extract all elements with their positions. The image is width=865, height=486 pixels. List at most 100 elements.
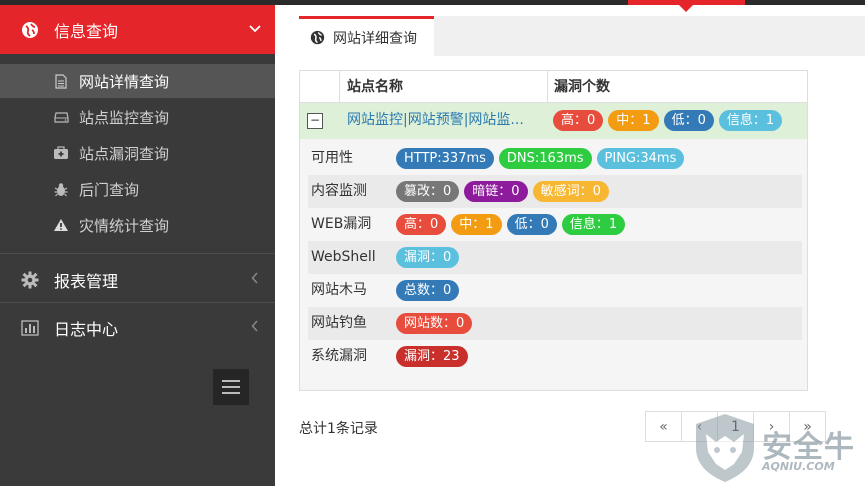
sidebar-group-log-center[interactable]: 日志中心 (0, 303, 275, 352)
detail-row-inner: WebShell 漏洞：0 (308, 241, 802, 274)
header-site-name: 站点名称 (340, 71, 548, 103)
detail-label: WEB漏洞 (311, 216, 372, 232)
top-nav-caret (679, 5, 693, 12)
document-icon (53, 73, 69, 89)
menu-icon (222, 392, 240, 394)
detail-label: WebShell (311, 249, 376, 265)
pagination: « ‹ 1 › » (645, 411, 826, 442)
sidebar-item-site-monitor[interactable]: 站点监控查询 (0, 100, 275, 134)
table-header: 站点名称 漏洞个数 (300, 71, 807, 103)
bug-icon (53, 181, 69, 197)
count-badge: DNS:163ms (498, 148, 592, 169)
sidebar-group-label: 日志中心 (54, 319, 119, 339)
chevron-left-icon (235, 319, 275, 336)
sidebar-item-site-details[interactable]: 网站详情查询 (0, 64, 275, 98)
tab-label: 网站详细查询 (333, 30, 417, 47)
menu-icon (222, 386, 240, 388)
detail-row: 系统漏洞 漏洞：23 (300, 340, 807, 373)
tab-bar: 网站详细查询 (299, 16, 865, 56)
chevron-down-icon (235, 22, 275, 37)
gear-icon (20, 270, 40, 290)
detail-badges: HTTP:337ms DNS:163ms PING:34ms (396, 148, 685, 169)
detail-label: 网站钓鱼 (311, 315, 367, 331)
sidebar-item-label: 网站详情查询 (79, 72, 170, 91)
row-badges: 高：0 中：1 低：0 信息：1 (553, 110, 783, 131)
count-badge: 漏洞：0 (396, 247, 460, 268)
tab-site-detail-query[interactable]: 网站详细查询 (299, 16, 434, 56)
count-badge: 信息：1 (718, 110, 783, 131)
site-name-link[interactable]: 网站监控|网站预警|网站监... (347, 103, 542, 139)
detail-row: WebShell 漏洞：0 (300, 241, 807, 274)
detail-row-inner: 网站木马 总数：0 (308, 274, 802, 307)
count-badge: 信息：1 (561, 214, 626, 235)
sidebar-item-site-vulnerability[interactable]: 站点漏洞查询 (0, 136, 275, 170)
total-records: 总计1条记录 (299, 421, 378, 437)
count-badge: 篡改：0 (396, 181, 460, 202)
watermark-subtext: AQNIU.COM (762, 460, 835, 473)
sidebar-item-backdoor[interactable]: 后门查询 (0, 172, 275, 206)
sidebar-item-label: 站点监控查询 (79, 108, 170, 127)
sidebar-group-label: 信息查询 (54, 21, 119, 41)
last-page-button[interactable]: » (789, 411, 826, 442)
sidebar-item-disaster-stats[interactable]: 灾情统计查询 (0, 208, 275, 242)
detail-row-inner: 内容监测 篡改：0 暗链：0 敏感词：0 (308, 175, 802, 208)
count-badge: 高：0 (553, 110, 604, 131)
chevron-left-icon (235, 271, 275, 288)
detail-row: 内容监测 篡改：0 暗链：0 敏感词：0 (300, 175, 807, 208)
count-badge: 漏洞：23 (396, 346, 468, 367)
count-badge: 低：0 (506, 214, 557, 235)
detail-row: 可用性 HTTP:337ms DNS:163ms PING:34ms (300, 142, 807, 175)
header-cell-toggle (300, 71, 340, 103)
collapse-toggle-button[interactable]: − (307, 113, 323, 129)
header-vuln-count: 漏洞个数 (554, 79, 610, 95)
menu-icon (222, 380, 240, 382)
detail-row-inner: 可用性 HTTP:337ms DNS:163ms PING:34ms (308, 142, 802, 175)
globe-icon (20, 20, 40, 40)
detail-label: 可用性 (311, 150, 353, 166)
detail-badges: 漏洞：0 (396, 247, 460, 268)
sidebar-item-label: 灾情统计查询 (79, 216, 170, 235)
sidebar-item-label: 站点漏洞查询 (79, 144, 170, 163)
detail-row: WEB漏洞 高：0 中：1 低：0 信息：1 (300, 208, 807, 241)
sidebar-group-report-management[interactable]: 报表管理 (0, 255, 275, 304)
count-badge: PING:34ms (596, 148, 685, 169)
detail-badges: 篡改：0 暗链：0 敏感词：0 (396, 181, 609, 202)
sidebar-item-label: 后门查询 (79, 180, 140, 199)
detail-row: 网站木马 总数：0 (300, 274, 807, 307)
bar-chart-icon (20, 318, 40, 338)
sidebar-group-label: 报表管理 (54, 271, 119, 291)
hdd-icon (53, 109, 69, 125)
sidebar-divider (0, 253, 275, 254)
detail-badges: 网站数：0 (396, 313, 473, 334)
site-detail-table: 站点名称 漏洞个数 − 网站监控|网站预警|网站监... 高：0 中：1 低：0 信息… (299, 70, 808, 391)
count-badge: 总数：0 (396, 280, 460, 301)
detail-badges: 漏洞：23 (396, 346, 468, 367)
detail-badges: 总数：0 (396, 280, 460, 301)
count-badge: HTTP:337ms (396, 148, 494, 169)
table-row: − 网站监控|网站预警|网站监... 高：0 中：1 低：0 信息：1 (300, 103, 807, 139)
sidebar-toggle-button[interactable] (213, 369, 249, 405)
warning-icon (53, 217, 69, 233)
detail-badges: 高：0 中：1 低：0 信息：1 (396, 214, 626, 235)
detail-row: 网站钓鱼 网站数：0 (300, 307, 807, 340)
page-1-button[interactable]: 1 (717, 411, 754, 442)
next-page-button[interactable]: › (753, 411, 790, 442)
first-page-button[interactable]: « (645, 411, 682, 442)
detail-row-inner: WEB漏洞 高：0 中：1 低：0 信息：1 (308, 208, 802, 241)
sidebar: 信息查询 网站详情查询 站点监控查询 站点漏洞查询 后门查询 灾情统计查询 报表… (0, 5, 275, 486)
detail-label: 网站木马 (311, 282, 367, 298)
detail-label: 内容监测 (311, 183, 367, 199)
globe-icon (309, 30, 325, 46)
prev-page-button[interactable]: ‹ (681, 411, 718, 442)
count-badge: 敏感词：0 (532, 181, 609, 202)
count-badge: 中：1 (451, 214, 502, 235)
count-badge: 网站数：0 (396, 313, 473, 334)
count-badge: 高：0 (396, 214, 447, 235)
detail-label: 系统漏洞 (311, 348, 367, 364)
count-badge: 中：1 (608, 110, 659, 131)
count-badge: 低：0 (663, 110, 714, 131)
medkit-icon (53, 145, 69, 161)
sidebar-group-info-query[interactable]: 信息查询 (0, 5, 275, 54)
count-badge: 暗链：0 (464, 181, 528, 202)
detail-row-inner: 网站钓鱼 网站数：0 (308, 307, 802, 340)
